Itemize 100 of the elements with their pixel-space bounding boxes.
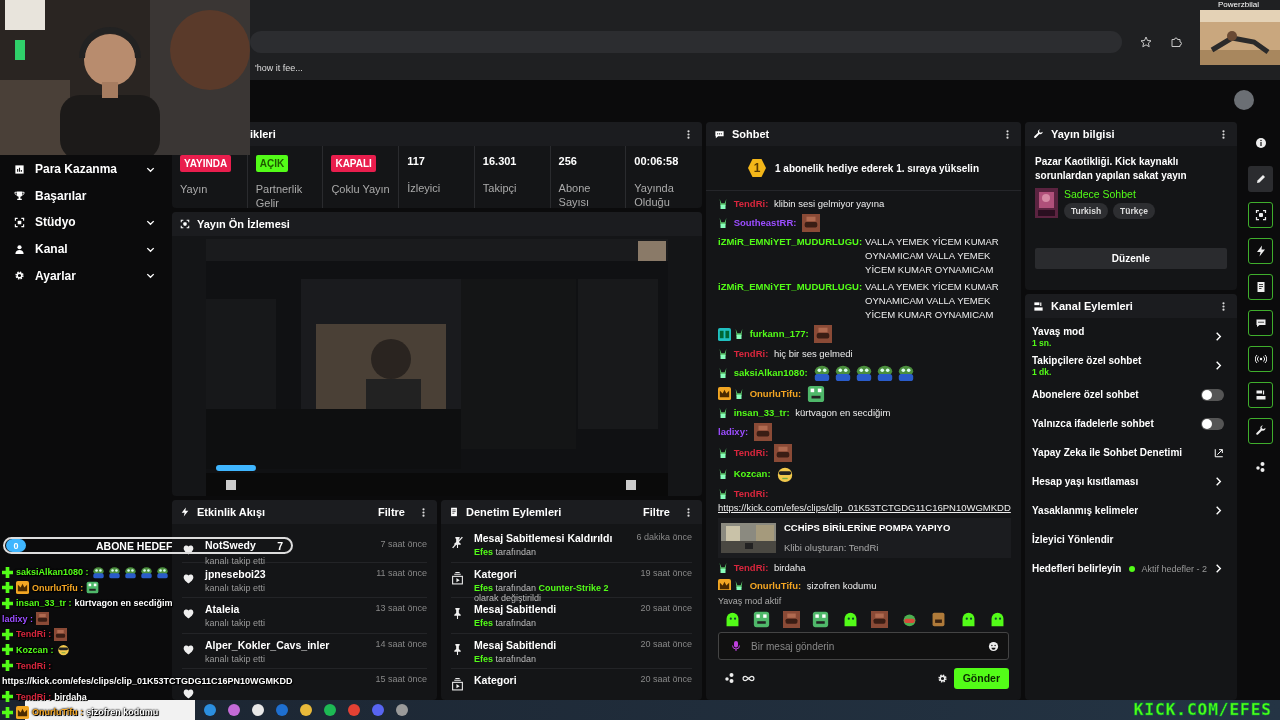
emote-icon [871, 611, 889, 628]
broadcast-icon [1254, 353, 1267, 365]
pencil-rail-button[interactable] [1248, 166, 1273, 192]
action-label[interactable]: Abonelere özel sohbet [1032, 389, 1195, 400]
chevron-right-icon[interactable] [1213, 476, 1224, 487]
username[interactable]: OnurluTifu: [749, 579, 802, 590]
event-user: jpneseboi23 [205, 567, 266, 580]
chevron-right-icon[interactable] [1213, 563, 1224, 574]
notes-rail-button[interactable] [1248, 274, 1273, 300]
lightning-rail-button[interactable] [1248, 238, 1273, 264]
action-label[interactable]: Yasaklanmış kelimeler [1032, 505, 1207, 516]
chat-rail-button[interactable] [1248, 310, 1273, 336]
stat-label: Çoklu Yayın [331, 183, 391, 197]
notes-icon [449, 507, 459, 517]
toggle-switch[interactable] [1201, 417, 1224, 430]
sidebar-item[interactable]: Para Kazanma [0, 156, 168, 183]
heart-icon [182, 642, 195, 656]
event-time: 11 saat önce [376, 567, 427, 578]
username[interactable]: insan_33_tr: [733, 407, 790, 419]
toggle-switch[interactable] [1201, 388, 1224, 401]
chevron-right-icon[interactable] [1213, 331, 1224, 342]
settings-icon[interactable] [936, 672, 948, 684]
sidebar-item[interactable]: Ayarlar [0, 262, 168, 289]
action-label[interactable]: Hedefleri belirleyin [1032, 563, 1124, 574]
badge-icon [734, 328, 744, 341]
username[interactable]: TendRi: [733, 347, 769, 359]
plus-icon [2, 660, 13, 672]
emote-icon [56, 643, 70, 657]
badge-icon [718, 198, 728, 211]
event-action: kanalı takip etti [205, 556, 267, 566]
emote-icon [139, 565, 153, 579]
puzzle-icon[interactable] [1170, 36, 1182, 48]
sidebar-item[interactable]: Stüdyo [0, 209, 168, 236]
capture-rail-button[interactable] [1248, 202, 1273, 228]
capture-icon [1254, 209, 1267, 221]
filter-button[interactable]: Filtre [637, 506, 676, 518]
username[interactable]: OnurluTifu: [749, 387, 802, 399]
sidebar-item[interactable]: Kanal [0, 235, 168, 263]
emote-icon [806, 384, 825, 403]
actions-rail-button[interactable] [1248, 382, 1273, 408]
username[interactable]: TendRi: [733, 198, 769, 210]
action-detail: Efes tarafından Counter-Strike 2 olarak değiştirildi [474, 582, 610, 603]
capture-icon [14, 217, 25, 228]
action-label[interactable]: Takipçilere özel sohbet [1032, 354, 1207, 366]
star-icon[interactable] [1140, 36, 1152, 48]
sidebar-item[interactable]: Başarılar [0, 182, 168, 210]
goal-target: 7 [277, 539, 284, 552]
chat-message: birdaha [54, 691, 87, 702]
username[interactable]: SoutheastRR: [733, 217, 797, 229]
emote-icon [155, 565, 169, 579]
mic-icon[interactable] [730, 640, 742, 652]
username[interactable]: Kozcan: [733, 468, 771, 480]
chevron-right-icon[interactable] [1213, 505, 1224, 516]
app-icon[interactable] [323, 703, 337, 717]
username[interactable]: furkann_177: [749, 328, 809, 340]
tag[interactable]: Türkçe [1113, 203, 1155, 219]
broadcast-rail-button[interactable] [1248, 346, 1273, 372]
action-time: 6 dakika önce [636, 532, 692, 542]
send-button[interactable]: Gönder [953, 667, 1009, 689]
app-icon[interactable] [395, 703, 409, 717]
external-link-icon[interactable] [1214, 447, 1224, 458]
clip-card[interactable]: CCHİPS BİRİLERİNE POMPA YAPIYO Klibi oluşturan: TendRi [718, 517, 1011, 558]
action-label[interactable]: Yapay Zeka ile Sohbet Denetimi [1032, 447, 1208, 458]
emote-icon [802, 214, 821, 233]
app-icon[interactable] [251, 703, 265, 717]
badge-icon [718, 328, 731, 341]
chevron-right-icon[interactable] [1213, 360, 1224, 371]
message-input[interactable]: Bir mesaj gönderin [718, 632, 1009, 660]
edit-button[interactable]: Düzenle [1035, 248, 1227, 269]
avatar[interactable] [1234, 90, 1254, 110]
capture-icon [180, 219, 190, 229]
wrench-rail-button[interactable] [1248, 418, 1273, 444]
panel-title: Sohbet [732, 128, 771, 140]
panel-title: Etkinlik Akışı [197, 506, 267, 518]
chat-message: birdaha [773, 562, 806, 574]
taskbar-search[interactable] [25, 700, 195, 720]
app-icon[interactable] [299, 703, 313, 717]
pencil-icon [1254, 173, 1267, 185]
username[interactable]: TendRi: [733, 447, 769, 459]
username[interactable]: ladixy: [718, 426, 749, 438]
bookmark[interactable]: 'how it fee... [255, 63, 303, 73]
username[interactable]: saksiAlkan1080: [733, 366, 808, 378]
username[interactable]: iZMiR_EMNiYET_MUDURLUGU: [718, 235, 863, 250]
category-link[interactable]: Sadece Sohbet [1064, 188, 1155, 200]
action-label[interactable]: Yavaş mod [1032, 325, 1207, 337]
tag[interactable]: Turkish [1064, 203, 1109, 219]
filter-button[interactable]: Filtre [372, 506, 411, 518]
username[interactable]: TendRi: [733, 562, 769, 574]
person-icon [14, 243, 25, 255]
panel-title: Yayın Ön İzlemesi [197, 218, 291, 230]
emoji-icon[interactable] [988, 640, 999, 652]
username[interactable]: TendRi: [733, 487, 769, 499]
action-label[interactable]: Hesap yaşı kısıtlaması [1032, 476, 1207, 487]
action-label[interactable]: Yalnızca ifadelerle sohbet [1032, 418, 1195, 429]
chat-message: hiç bir ses gelmedi [773, 347, 853, 359]
slow-mode-label: Yavaş mod aktif [718, 596, 782, 606]
dots-icon[interactable] [724, 672, 736, 684]
username[interactable]: iZMiR_EMNiYET_MUDURLUGU: [718, 280, 863, 295]
action-label[interactable]: İzleyici Yönlendir [1032, 534, 1224, 545]
plus-icon [2, 597, 13, 609]
